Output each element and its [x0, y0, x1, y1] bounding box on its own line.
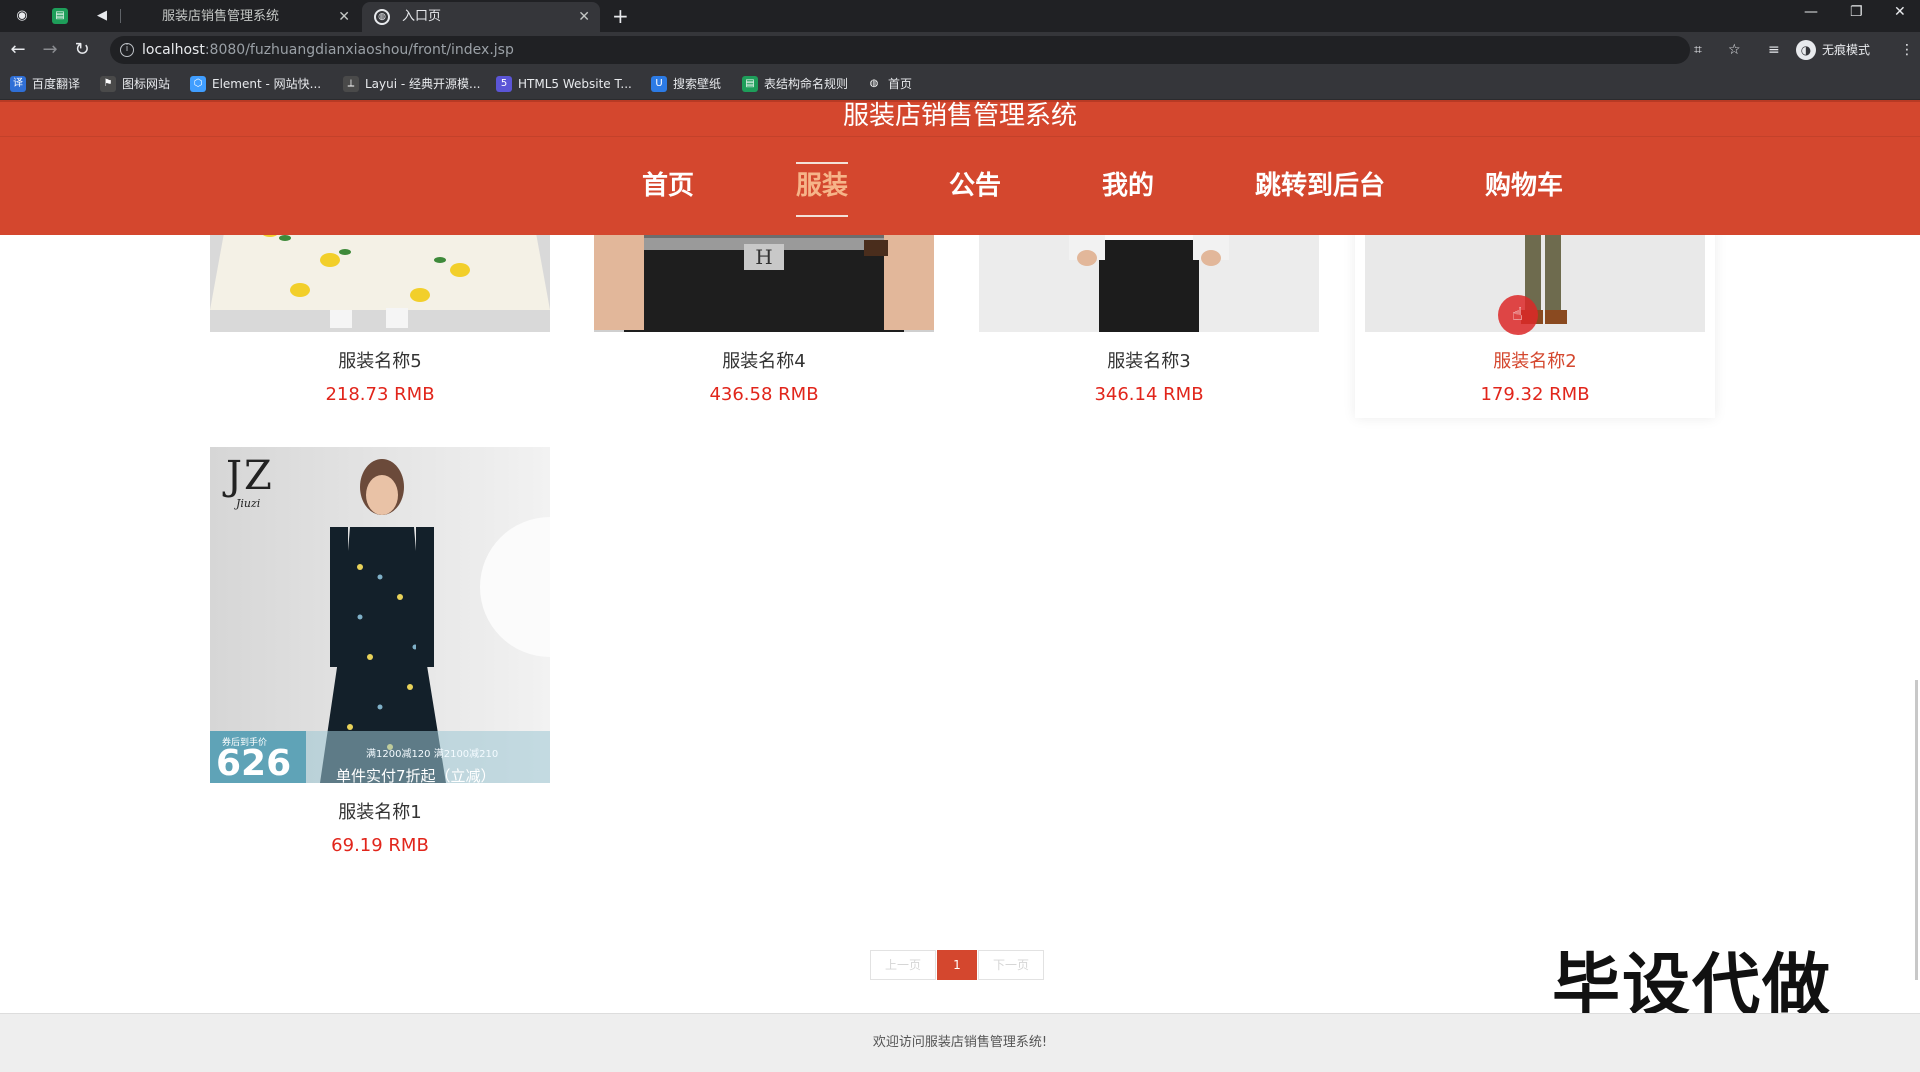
product-price: 436.58 RMB — [709, 384, 819, 405]
bookmark-label: HTML5 Website T... — [518, 77, 632, 91]
back-icon[interactable]: ← — [6, 38, 30, 62]
address-bar[interactable]: i localhost:8080/fuzhuangdianxiaoshou/fr… — [110, 36, 1690, 64]
translate-page-icon[interactable]: ⌗ — [1694, 40, 1702, 60]
site-header: 服装店销售管理系统 首页 服装 公告 我的 跳转到后台 购物车 — [0, 100, 1920, 235]
sheet-icon: ▤ — [742, 76, 758, 92]
url-path: :8080/fuzhuangdianxiaoshou/front/index.j… — [204, 42, 514, 58]
page-viewport: 服装名称5 218.73 RMB H 服装名称4 436.58 RMB 服装名称3 346.… — [0, 100, 1920, 1072]
image-promo-text: 满1200减120 满2100减210 — [366, 749, 499, 760]
site-title: 服装店销售管理系统 — [842, 101, 1077, 131]
minimize-icon[interactable]: — — [1804, 4, 1818, 20]
globe-icon: ◍ — [866, 76, 882, 92]
bookmark-item[interactable]: 5 HTML5 Website T... — [496, 74, 632, 94]
bookmark-label: 百度翻译 — [32, 77, 81, 91]
image-brand-text: JZ — [226, 453, 274, 499]
wallpaper-icon: U — [651, 76, 667, 92]
bookmark-label: Layui - 经典开源模... — [365, 77, 481, 91]
mute-icon[interactable]: ◀ — [94, 8, 110, 24]
tab-title: 入口页 — [402, 9, 442, 24]
tab-title: 服装店销售管理系统 — [162, 9, 280, 24]
product-name[interactable]: 服装名称1 — [210, 801, 550, 825]
svg-text:H: H — [755, 245, 772, 269]
close-tab-icon[interactable]: ✕ — [338, 2, 350, 32]
tab-admin[interactable]: 服装店销售管理系统 ✕ — [122, 2, 360, 32]
site-info-icon[interactable]: i — [120, 43, 134, 57]
tab-entry-page[interactable]: ◍ 入口页 ✕ — [362, 2, 600, 32]
bookmarks-bar: 译百度翻译 ⚑ 图标网站 ⬡ Element - 网站快... ⟂ Layui - 经典开源… — [0, 68, 1920, 100]
product-name[interactable]: 服装名称4 — [594, 350, 934, 374]
hand-cursor-icon: ☝ — [1512, 304, 1523, 325]
image-brand-sub: Jiuzi — [236, 497, 261, 510]
product-name[interactable]: 服装名称5 — [210, 350, 550, 374]
bookmark-item[interactable]: U 搜索壁纸 — [651, 74, 721, 94]
page-1-button[interactable]: 1 — [937, 950, 977, 980]
reload-icon[interactable]: ↻ — [70, 38, 94, 62]
product-price: 179.32 RMB — [1480, 384, 1590, 405]
nav-home[interactable]: 首页 — [628, 166, 708, 206]
next-page-button[interactable]: 下一页 — [978, 950, 1044, 980]
nav-mine[interactable]: 我的 — [1088, 166, 1168, 206]
layui-icon: ⟂ — [343, 76, 359, 92]
product-price: 69.19 RMB — [331, 835, 429, 856]
page-scrollbar[interactable] — [1914, 100, 1920, 1013]
product-card[interactable]: JZ Jiuzi 券后到手价 626 满1200减120 满2100减210 单件实付7折… — [210, 447, 550, 867]
bookmark-label: 首页 — [888, 77, 913, 91]
product-name[interactable]: 服装名称2 — [1355, 350, 1715, 374]
new-tab-icon[interactable]: + — [612, 2, 629, 30]
footer-text: 欢迎访问服装店销售管理系统! — [872, 1035, 1048, 1050]
forward-icon[interactable]: → — [38, 38, 62, 62]
incognito-icon[interactable]: ◑ — [1796, 40, 1816, 60]
pinned-tab-sheet-icon[interactable]: ▤ — [52, 8, 68, 24]
more-menu-icon[interactable]: ⋮ — [1900, 40, 1914, 60]
bookmark-item[interactable]: ⬡ Element - 网站快... — [190, 74, 321, 94]
prev-page-button[interactable]: 上一页 — [870, 950, 936, 980]
nav-active-bottom-line — [796, 215, 848, 217]
bookmark-label: 表结构命名规则 — [764, 77, 849, 91]
close-tab-icon[interactable]: ✕ — [578, 2, 590, 32]
restore-icon[interactable]: ❐ — [1850, 4, 1863, 20]
image-price-text: 626 — [216, 743, 292, 784]
bookmark-item[interactable]: ◍ 首页 — [866, 74, 912, 94]
browser-toolbar: ← → ↻ i localhost:8080/fuzhuangdianxiaos… — [0, 32, 1920, 68]
incognito-label[interactable]: 无痕模式 — [1822, 40, 1870, 60]
url-host: localhost — [142, 42, 205, 58]
nav-cart[interactable]: 购物车 — [1474, 166, 1574, 206]
bookmark-item[interactable]: ⟂ Layui - 经典开源模... — [343, 74, 480, 94]
product-name[interactable]: 服装名称3 — [979, 350, 1319, 374]
bookmark-item[interactable]: ⚑ 图标网站 — [100, 74, 170, 94]
chrome-menu-icon[interactable]: ◉ — [14, 8, 30, 24]
bookmark-item[interactable]: ▤ 表结构命名规则 — [742, 74, 848, 94]
image-promo2-text: 单件实付7折起（立减） — [336, 767, 496, 785]
bookmark-label: Element - 网站快... — [212, 77, 322, 91]
translate-icon: 译 — [10, 76, 26, 92]
nav-backend[interactable]: 跳转到后台 — [1245, 166, 1395, 206]
product-price: 346.14 RMB — [1094, 384, 1204, 405]
bookmark-label: 图标网站 — [122, 77, 171, 91]
reading-list-icon[interactable]: ≡ — [1768, 40, 1780, 60]
bookmark-label: 搜索壁纸 — [673, 77, 722, 91]
element-icon: ⬡ — [190, 76, 206, 92]
browser-tab-strip: ◉ ▤ ◀ 服装店销售管理系统 ✕ ◍ 入口页 ✕ + — ❐ ✕ — [0, 0, 1920, 32]
close-window-icon[interactable]: ✕ — [1894, 4, 1906, 20]
product-price: 218.73 RMB — [325, 384, 435, 405]
scroll-thumb[interactable] — [1915, 680, 1918, 980]
nav-clothing[interactable]: 服装 — [782, 166, 862, 206]
bookmark-star-icon[interactable]: ☆ — [1728, 40, 1741, 60]
nav-notice[interactable]: 公告 — [935, 166, 1015, 206]
site-footer: 欢迎访问服装店销售管理系统! — [0, 1013, 1920, 1072]
globe-icon: ◍ — [374, 9, 390, 25]
tab-separator — [120, 9, 121, 23]
nav-active-top-line — [796, 162, 848, 164]
flag-icon: ⚑ — [100, 76, 116, 92]
bookmark-item[interactable]: 译百度翻译 — [10, 74, 80, 94]
html5-icon: 5 — [496, 76, 512, 92]
